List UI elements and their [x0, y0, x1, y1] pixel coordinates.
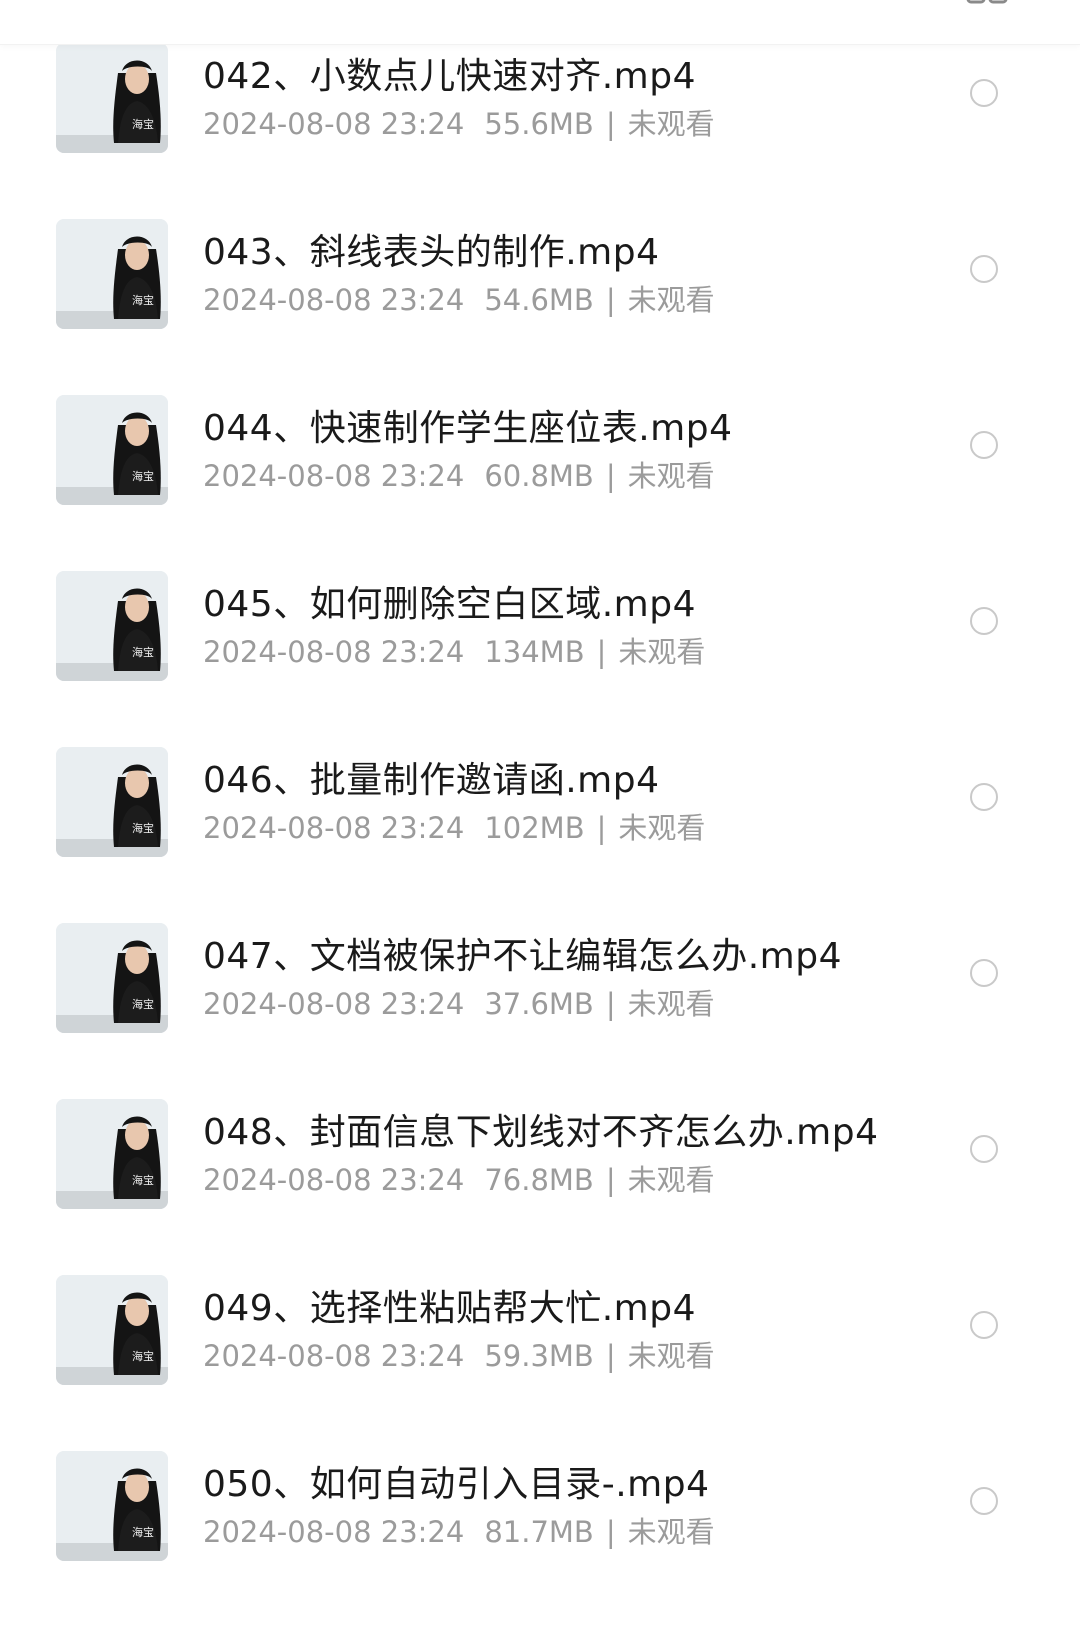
list-item[interactable]: 海宝 045、如何删除空白区域.mp4 2024-08-08 23:24 134MB… [0, 571, 1080, 747]
video-thumbnail[interactable]: 海宝 [56, 571, 168, 681]
file-meta: 2024-08-08 23:24 55.6MB | 未观看 [203, 101, 715, 143]
file-meta: 2024-08-08 23:24 81.7MB | 未观看 [203, 1509, 715, 1551]
file-meta: 2024-08-08 23:24 102MB | 未观看 [203, 805, 705, 847]
svg-text:海宝: 海宝 [132, 1349, 154, 1363]
video-thumbnail[interactable]: 海宝 [56, 923, 168, 1033]
watch-status: 未观看 [618, 635, 706, 669]
svg-text:海宝: 海宝 [132, 117, 154, 131]
file-meta: 2024-08-08 23:24 76.8MB | 未观看 [203, 1157, 715, 1199]
meta-separator: | [605, 107, 616, 141]
meta-separator: | [605, 283, 616, 317]
file-title[interactable]: 048、封面信息下划线对不齐怎么办.mp4 [203, 1103, 878, 1155]
file-date: 2024-08-08 23:24 [203, 811, 465, 845]
file-size: 59.3MB [484, 1339, 594, 1373]
select-radio[interactable] [970, 255, 998, 283]
file-date: 2024-08-08 23:24 [203, 1339, 465, 1373]
meta-separator: | [596, 811, 607, 845]
file-date: 2024-08-08 23:24 [203, 459, 465, 493]
meta-separator: | [605, 459, 616, 493]
file-date: 2024-08-08 23:24 [203, 1515, 465, 1549]
list-item[interactable]: 海宝 050、如何自动引入目录-.mp4 2024-08-08 23:24 81.7… [0, 1451, 1080, 1627]
file-date: 2024-08-08 23:24 [203, 635, 465, 669]
list-item[interactable]: 海宝 049、选择性粘贴帮大忙.mp4 2024-08-08 23:24 59.3M… [0, 1275, 1080, 1451]
video-thumbnail[interactable]: 海宝 [56, 747, 168, 857]
svg-text:海宝: 海宝 [132, 293, 154, 307]
svg-text:海宝: 海宝 [132, 1173, 154, 1187]
meta-separator: | [605, 1163, 616, 1197]
file-size: 81.7MB [484, 1515, 594, 1549]
file-meta: 2024-08-08 23:24 37.6MB | 未观看 [203, 981, 715, 1023]
watch-status: 未观看 [627, 459, 715, 493]
video-thumbnail[interactable]: 海宝 [56, 219, 168, 329]
file-title[interactable]: 042、小数点儿快速对齐.mp4 [203, 47, 696, 99]
meta-separator: | [605, 1515, 616, 1549]
video-thumbnail[interactable]: 海宝 [56, 1275, 168, 1385]
video-thumbnail[interactable]: 海宝 [56, 395, 168, 505]
select-radio[interactable] [970, 783, 998, 811]
select-radio[interactable] [970, 1311, 998, 1339]
select-radio[interactable] [970, 79, 998, 107]
video-thumbnail[interactable]: 海宝 [56, 1099, 168, 1209]
file-title[interactable]: 050、如何自动引入目录-.mp4 [203, 1455, 709, 1507]
watch-status: 未观看 [627, 987, 715, 1021]
meta-separator: | [596, 635, 607, 669]
grid-icon[interactable] [966, 0, 1010, 4]
select-radio[interactable] [970, 607, 998, 635]
list-item[interactable]: 海宝 046、批量制作邀请函.mp4 2024-08-08 23:24 102MB |… [0, 747, 1080, 923]
select-radio[interactable] [970, 959, 998, 987]
file-size: 54.6MB [484, 283, 594, 317]
select-radio[interactable] [970, 1135, 998, 1163]
svg-text:海宝: 海宝 [132, 997, 154, 1011]
file-date: 2024-08-08 23:24 [203, 1163, 465, 1197]
svg-text:海宝: 海宝 [132, 469, 154, 483]
svg-text:海宝: 海宝 [132, 821, 154, 835]
video-thumbnail[interactable]: 海宝 [56, 43, 168, 153]
video-thumbnail[interactable]: 海宝 [56, 1451, 168, 1561]
list-item[interactable]: 海宝 042、小数点儿快速对齐.mp4 2024-08-08 23:24 55.6M… [0, 43, 1080, 219]
file-title[interactable]: 044、快速制作学生座位表.mp4 [203, 399, 732, 451]
top-bar [0, 0, 1080, 45]
watch-status: 未观看 [618, 811, 706, 845]
file-size: 102MB [484, 811, 585, 845]
watch-status: 未观看 [627, 1515, 715, 1549]
list-item[interactable]: 海宝 044、快速制作学生座位表.mp4 2024-08-08 23:24 60.8… [0, 395, 1080, 571]
file-size: 76.8MB [484, 1163, 594, 1197]
watch-status: 未观看 [627, 1163, 715, 1197]
select-radio[interactable] [970, 1487, 998, 1515]
select-radio[interactable] [970, 431, 998, 459]
file-title[interactable]: 049、选择性粘贴帮大忙.mp4 [203, 1279, 696, 1331]
watch-status: 未观看 [627, 283, 715, 317]
file-meta: 2024-08-08 23:24 134MB | 未观看 [203, 629, 705, 671]
file-date: 2024-08-08 23:24 [203, 283, 465, 317]
file-date: 2024-08-08 23:24 [203, 107, 465, 141]
file-title[interactable]: 043、斜线表头的制作.mp4 [203, 223, 659, 275]
svg-text:海宝: 海宝 [132, 1525, 154, 1539]
file-date: 2024-08-08 23:24 [203, 987, 465, 1021]
file-size: 60.8MB [484, 459, 594, 493]
file-meta: 2024-08-08 23:24 59.3MB | 未观看 [203, 1333, 715, 1375]
file-title[interactable]: 045、如何删除空白区域.mp4 [203, 575, 696, 627]
list-item[interactable]: 海宝 043、斜线表头的制作.mp4 2024-08-08 23:24 54.6MB… [0, 219, 1080, 395]
watch-status: 未观看 [627, 107, 715, 141]
file-title[interactable]: 047、文档被保护不让编辑怎么办.mp4 [203, 927, 842, 979]
file-size: 134MB [484, 635, 585, 669]
file-size: 55.6MB [484, 107, 594, 141]
list-item[interactable]: 海宝 048、封面信息下划线对不齐怎么办.mp4 2024-08-08 23:24… [0, 1099, 1080, 1275]
svg-text:海宝: 海宝 [132, 645, 154, 659]
file-title[interactable]: 046、批量制作邀请函.mp4 [203, 751, 659, 803]
file-meta: 2024-08-08 23:24 60.8MB | 未观看 [203, 453, 715, 495]
meta-separator: | [605, 1339, 616, 1373]
list-item[interactable]: 海宝 047、文档被保护不让编辑怎么办.mp4 2024-08-08 23:24 3… [0, 923, 1080, 1099]
meta-separator: | [605, 987, 616, 1021]
watch-status: 未观看 [627, 1339, 715, 1373]
file-size: 37.6MB [484, 987, 594, 1021]
file-meta: 2024-08-08 23:24 54.6MB | 未观看 [203, 277, 715, 319]
